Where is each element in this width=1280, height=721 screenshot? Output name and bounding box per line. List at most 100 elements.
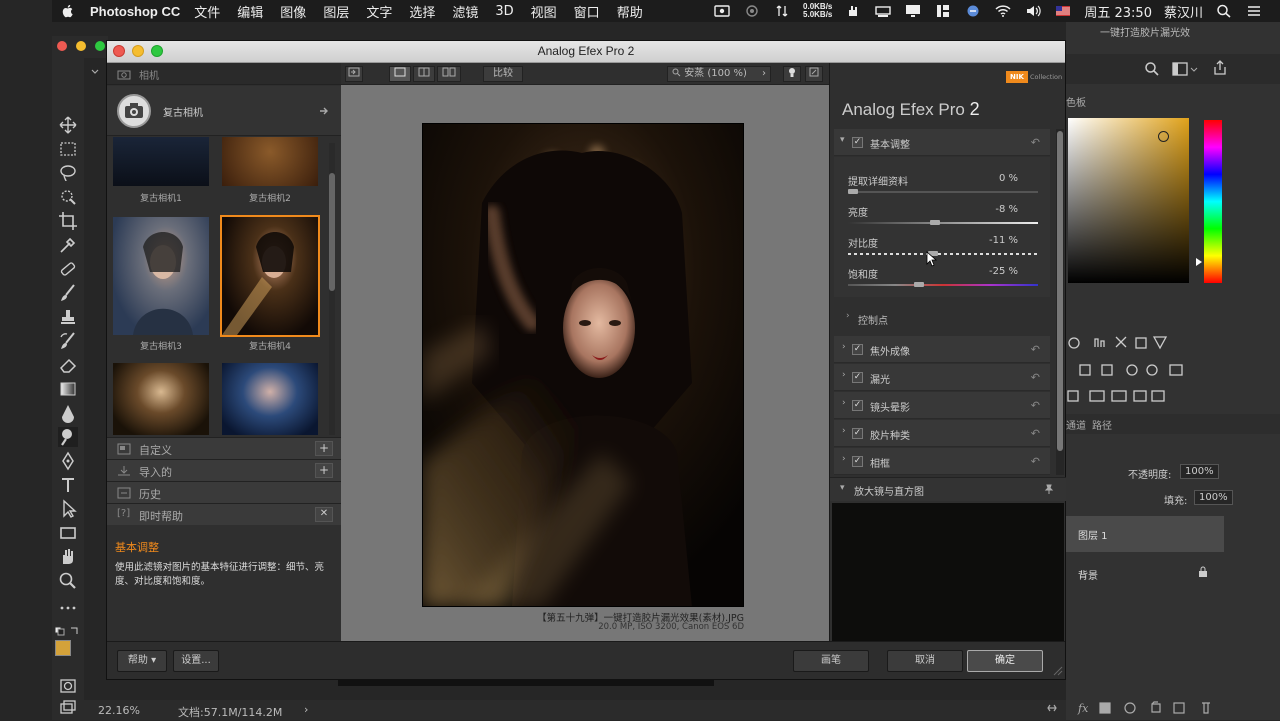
stamp-tool-icon[interactable] <box>58 307 78 327</box>
more-tools-icon[interactable] <box>58 598 78 618</box>
vignette-checkbox[interactable]: ✓ <box>852 400 863 411</box>
menu-edit[interactable]: 编辑 <box>237 2 263 21</box>
adjustments-scrollbar[interactable] <box>1056 129 1064 475</box>
quick-select-tool-icon[interactable] <box>58 187 78 207</box>
undo-film-type-icon[interactable]: ↶ <box>1031 427 1040 440</box>
frame-checkbox[interactable]: ✓ <box>852 456 863 467</box>
hand-icon[interactable] <box>845 4 861 18</box>
layer-row-background[interactable]: 背景 <box>1066 556 1224 592</box>
screen-record-icon[interactable] <box>714 4 730 18</box>
menu-file[interactable]: 文件 <box>194 2 220 21</box>
channels-tab[interactable]: 通道 <box>1066 417 1086 432</box>
cancel-button[interactable]: 取消 <box>887 650 963 672</box>
detail-extraction-knob[interactable] <box>848 189 858 194</box>
foreground-color-swatch[interactable] <box>55 640 71 656</box>
paths-tab[interactable]: 路径 <box>1092 417 1112 432</box>
blur-tool-icon[interactable] <box>58 403 78 423</box>
monitor-icon[interactable] <box>875 4 892 18</box>
menu-select[interactable]: 选择 <box>409 2 435 21</box>
thumbs-scrollbar-thumb[interactable] <box>329 173 335 291</box>
brush-button[interactable]: 画笔 <box>793 650 869 672</box>
clock[interactable]: 周五 23:50 <box>1084 2 1152 21</box>
frame-expand-icon[interactable]: › <box>842 454 846 464</box>
saturation-slider[interactable] <box>848 282 1038 287</box>
layers-footer-icon-set[interactable]: fx <box>1044 700 1220 716</box>
filter-row-film-type[interactable]: › ✓ 胶片种类 ↶ <box>834 420 1050 447</box>
fill-value[interactable]: 100% <box>1194 490 1233 505</box>
status-expand-icon[interactable]: › <box>304 703 308 716</box>
add-imported-button[interactable]: + <box>315 463 333 478</box>
close-help-button[interactable]: ✕ <box>315 507 333 522</box>
notification-list-icon[interactable] <box>1246 4 1262 18</box>
volume-icon[interactable] <box>1025 4 1042 18</box>
menu-help[interactable]: 帮助 <box>617 2 643 21</box>
workspace-icon[interactable] <box>1172 61 1198 77</box>
sidebar-icon[interactable] <box>935 4 951 18</box>
light-leaks-expand-icon[interactable]: › <box>842 370 846 380</box>
loupe-histogram-header[interactable]: ▾ 放大镜与直方图 <box>830 477 1066 501</box>
hue-slider-marker[interactable] <box>1196 258 1202 266</box>
light-leaks-checkbox[interactable]: ✓ <box>852 372 863 383</box>
contrast-slider[interactable] <box>848 251 1038 256</box>
flag-icon[interactable] <box>1055 4 1071 18</box>
apple-icon[interactable] <box>60 3 76 19</box>
section-imported[interactable]: 导入的 + <box>107 459 341 481</box>
resize-grip-icon[interactable] <box>1053 666 1063 676</box>
expand-triangle-icon[interactable]: ▾ <box>840 135 845 145</box>
history-brush-tool-icon[interactable] <box>58 331 78 351</box>
vignette-expand-icon[interactable]: › <box>842 398 846 408</box>
thumb-vintage-6[interactable] <box>222 363 318 435</box>
preview-image[interactable] <box>422 123 744 607</box>
lightbulb-button[interactable] <box>783 66 801 82</box>
hand-tool-icon[interactable] <box>58 547 78 567</box>
arrow-right-icon[interactable] <box>319 106 329 116</box>
eyedropper-tool-icon[interactable] <box>58 235 78 255</box>
ps-close-dot[interactable] <box>57 41 67 51</box>
add-custom-button[interactable]: + <box>315 441 333 456</box>
filter-row-light-leaks[interactable]: › ✓ 漏光 ↶ <box>834 364 1050 391</box>
menu-view[interactable]: 视图 <box>531 2 557 21</box>
ps-search-icon[interactable] <box>1144 61 1160 77</box>
control-points-row[interactable]: › 控制点 <box>834 307 1050 329</box>
swatches-tab[interactable]: 色板 <box>1066 94 1086 109</box>
gradient-tool-icon[interactable] <box>58 379 78 399</box>
zoom-tool-icon[interactable] <box>58 571 78 591</box>
zoom-dropdown[interactable]: 安蒸 (100 %) › <box>667 66 771 82</box>
collapse-triangle-icon[interactable]: › <box>846 311 850 321</box>
basic-adjustments-header[interactable]: ▾ ✓ 基本调整 ↶ <box>834 129 1050 156</box>
zoom-level[interactable]: 22.16% <box>98 704 140 717</box>
thumb-vintage-4-selected[interactable] <box>220 215 320 337</box>
basic-adjustments-checkbox[interactable]: ✓ <box>852 137 863 148</box>
cloud-icon[interactable] <box>744 4 760 18</box>
default-colors-icon[interactable] <box>54 626 81 636</box>
brush-tool-icon[interactable] <box>58 283 78 303</box>
ok-button[interactable]: 确定 <box>967 650 1043 672</box>
app-name[interactable]: Photoshop CC <box>90 4 180 19</box>
menu-layer[interactable]: 图层 <box>323 2 349 21</box>
brightness-knob[interactable] <box>930 220 941 225</box>
menu-type[interactable]: 文字 <box>366 2 392 21</box>
pin-icon[interactable] <box>1044 484 1054 494</box>
color-picker-cursor[interactable] <box>1158 131 1169 142</box>
compare-button[interactable]: 比较 <box>483 66 523 82</box>
filter-row-frame[interactable]: › ✓ 相框 ↶ <box>834 448 1050 475</box>
eraser-tool-icon[interactable] <box>58 355 78 375</box>
opacity-value[interactable]: 100% <box>1180 464 1219 479</box>
filter-row-bokeh[interactable]: › ✓ 焦外成像 ↶ <box>834 336 1050 363</box>
menu-image[interactable]: 图像 <box>280 2 306 21</box>
quick-mask-icon[interactable] <box>58 676 78 696</box>
section-quick-help[interactable]: [?] 即时帮助 ✕ <box>107 503 341 525</box>
bokeh-checkbox[interactable]: ✓ <box>852 344 863 355</box>
help-button[interactable]: 帮助 ▾ <box>117 650 167 672</box>
display-icon[interactable] <box>905 4 921 18</box>
film-type-checkbox[interactable]: ✓ <box>852 428 863 439</box>
hue-slider[interactable] <box>1204 120 1222 283</box>
single-view-button[interactable] <box>389 66 411 82</box>
pen-tool-icon[interactable] <box>58 451 78 471</box>
loupe-view[interactable] <box>832 503 1064 641</box>
thumb-vintage-3[interactable] <box>113 217 209 335</box>
menu-3d[interactable]: 3D <box>495 4 513 19</box>
vpn-icon[interactable] <box>965 4 981 18</box>
color-picker-field[interactable] <box>1068 118 1189 283</box>
thumb-vintage-5[interactable] <box>113 363 209 435</box>
